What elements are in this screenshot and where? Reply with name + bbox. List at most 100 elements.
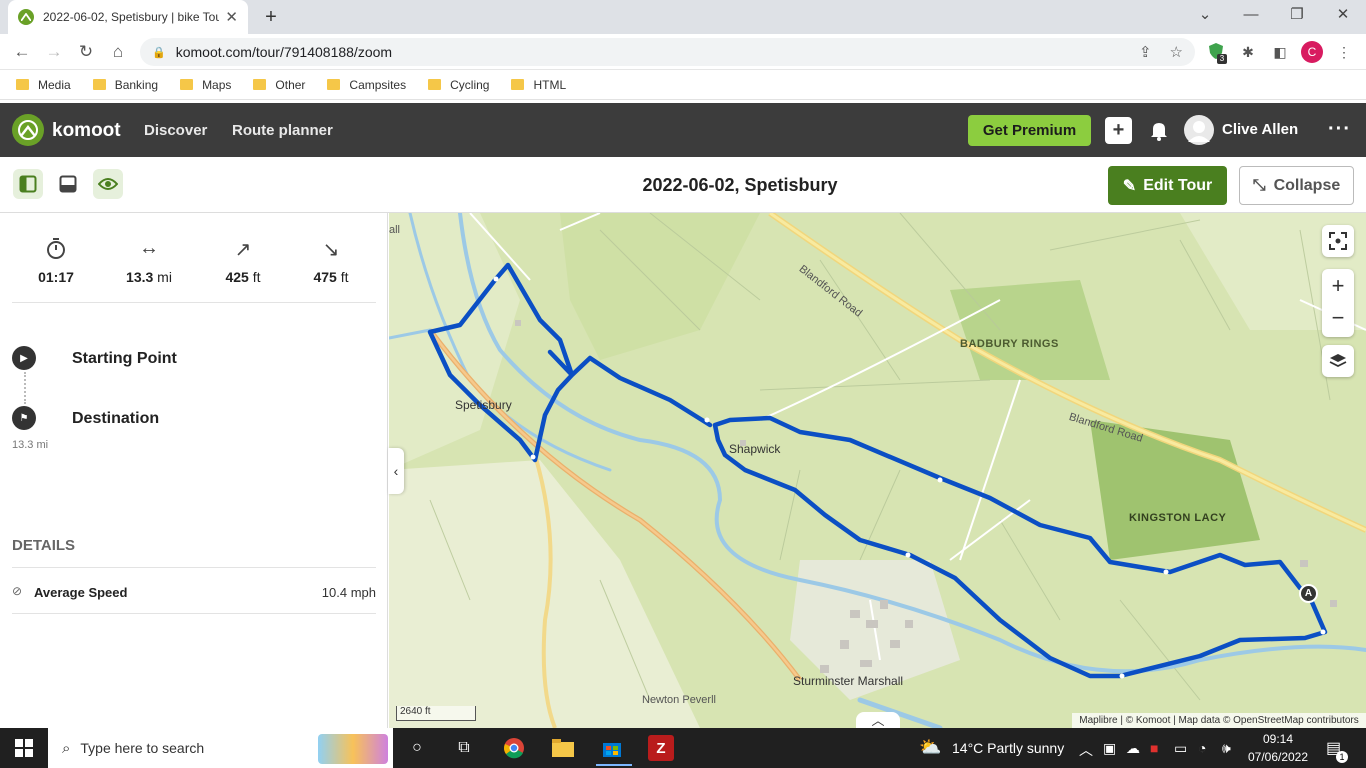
stat-distance: ↔ 13.3 mi	[104, 237, 194, 285]
wifi-icon[interactable]: ◔	[1198, 740, 1206, 756]
divider	[12, 613, 376, 614]
expand-up-chevron-icon[interactable]: ︿	[856, 712, 900, 728]
zoom-out-icon[interactable]: −	[1322, 303, 1354, 337]
map-view[interactable]: Spetisbury Shapwick BADBURY RINGS KINGST…	[389, 213, 1366, 728]
extension-badge: 3	[1217, 54, 1227, 64]
share-icon[interactable]: ⇪	[1139, 43, 1152, 61]
komoot-logo-icon[interactable]	[12, 114, 44, 146]
map-label-badbury-rings: BADBURY RINGS	[960, 338, 1059, 350]
average-speed-label: Average Speed	[34, 585, 128, 600]
address-bar[interactable]: 🔒 komoot.com/tour/791408188/zoom ⇪ ☆	[140, 38, 1195, 66]
bookmark-folder[interactable]: HTML	[511, 78, 566, 92]
microsoft-store-icon[interactable]	[599, 735, 625, 761]
map-label-edge: all	[389, 224, 401, 236]
zoom-control: + −	[1322, 269, 1354, 337]
bookmark-label: Media	[38, 77, 71, 92]
route-start-marker[interactable]: A	[1299, 584, 1318, 603]
windows-start-icon[interactable]	[11, 735, 37, 761]
map-label-spetisbury: Spetisbury	[455, 398, 512, 412]
details-heading: DETAILS	[12, 537, 76, 554]
komoot-favicon-icon	[18, 9, 34, 25]
chrome-icon[interactable]	[501, 735, 527, 761]
average-speed-value: 10.4 mph	[321, 585, 376, 600]
uphill-icon: ↗	[234, 239, 252, 261]
extensions-puzzle-icon[interactable]: ✱	[1238, 42, 1258, 62]
home-icon[interactable]: ⌂	[104, 38, 132, 66]
filezilla-icon[interactable]: Z	[648, 735, 674, 761]
minimize-icon[interactable]: —	[1228, 0, 1274, 30]
bookmark-label: Campsites	[349, 77, 407, 92]
shield-extension-icon[interactable]: 3	[1206, 42, 1227, 64]
bookmark-label: HTML	[533, 77, 567, 92]
meet-now-icon[interactable]: ▣	[1103, 740, 1116, 757]
tab-search-icon[interactable]: ⌄	[1182, 0, 1228, 30]
side-panel-icon[interactable]: ◧	[1270, 42, 1290, 62]
bookmark-folder[interactable]: Other	[253, 78, 305, 92]
bookmark-star-icon[interactable]: ☆	[1170, 43, 1183, 61]
stat-duration: 01:17	[11, 237, 101, 285]
volume-icon[interactable]: 🕪	[1222, 740, 1231, 757]
clock-date[interactable]: 07/06/2022	[1246, 750, 1310, 764]
search-placeholder: Type here to search	[80, 740, 205, 756]
waypoint-connector	[24, 372, 26, 404]
bookmarks-bar: Media Banking Maps Other Campsites Cycli…	[0, 70, 1366, 100]
user-name[interactable]: Clive Allen	[1222, 121, 1298, 138]
finish-flag-icon: ⚑	[12, 406, 36, 430]
folder-icon	[16, 79, 29, 90]
nav-discover[interactable]: Discover	[144, 122, 207, 139]
taskbar-search-box[interactable]: ⌕ Type here to search	[48, 728, 393, 768]
fit-route-icon[interactable]	[1322, 225, 1354, 257]
tab-close-icon[interactable]: ✕	[225, 8, 238, 26]
user-avatar[interactable]	[1184, 115, 1214, 145]
stopwatch-icon	[11, 237, 101, 263]
window-close-icon[interactable]: ✕	[1320, 0, 1366, 30]
bookmark-folder[interactable]: Cycling	[428, 78, 489, 92]
bookmark-folder[interactable]: Campsites	[327, 78, 406, 92]
notification-count-badge: 1	[1336, 751, 1348, 763]
distance-icon: ↔	[139, 237, 159, 259]
forward-icon[interactable]: →	[40, 38, 68, 66]
nav-route-planner[interactable]: Route planner	[232, 122, 333, 139]
bookmark-folder[interactable]: Maps	[180, 78, 231, 92]
bookmark-folder[interactable]: Media	[16, 78, 71, 92]
reload-icon[interactable]: ↻	[72, 38, 100, 66]
brand-name[interactable]: komoot	[52, 120, 121, 142]
notifications-bell-icon[interactable]	[1148, 119, 1170, 141]
battery-icon[interactable]: ▭	[1174, 740, 1187, 757]
collapse-button[interactable]: ⤡ Collapse	[1239, 166, 1354, 205]
app-tray-icon[interactable]: ■	[1150, 740, 1158, 756]
browser-tab[interactable]: 2022-06-02, Spetisbury | bike Tou ✕	[8, 0, 248, 34]
edit-tour-button[interactable]: ✎ Edit Tour	[1108, 166, 1227, 205]
clock-time[interactable]: 09:14	[1250, 732, 1306, 746]
file-explorer-icon[interactable]	[550, 735, 576, 761]
map-layers-icon[interactable]	[1322, 345, 1354, 377]
back-icon[interactable]: ←	[8, 38, 36, 66]
weather-text[interactable]: 14°C Partly sunny	[952, 740, 1064, 756]
task-view-icon[interactable]: ⧉	[451, 735, 477, 761]
stat-value: 425	[225, 269, 249, 285]
stat-value: 13.3	[126, 269, 154, 285]
bookmark-folder[interactable]: Banking	[92, 78, 158, 92]
bookmark-label: Other	[275, 77, 306, 92]
stat-uphill: ↗ 425 ft	[198, 237, 288, 285]
more-menu-icon[interactable]: ···	[1328, 118, 1351, 141]
restore-icon[interactable]: ❐	[1274, 0, 1320, 30]
map-attribution: Maplibre | © Komoot | Map data © OpenStr…	[1072, 713, 1366, 728]
starting-point-label[interactable]: Starting Point	[72, 350, 177, 368]
zoom-in-icon[interactable]: +	[1322, 269, 1354, 303]
collapse-label: Collapse	[1273, 176, 1341, 194]
url-text: komoot.com/tour/791408188/zoom	[175, 44, 393, 60]
search-icon: ⌕	[62, 739, 71, 757]
cortana-icon[interactable]: ○	[404, 735, 430, 761]
new-tab-icon[interactable]: +	[258, 4, 284, 30]
profile-avatar[interactable]: C	[1301, 41, 1323, 63]
get-premium-button[interactable]: Get Premium	[968, 115, 1091, 146]
create-plus-button[interactable]: +	[1105, 117, 1132, 144]
destination-label[interactable]: Destination	[72, 410, 159, 428]
weather-partly-sunny-icon[interactable]: ⛅	[919, 737, 941, 758]
sidebar-collapse-chevron-icon[interactable]: ‹	[388, 448, 404, 494]
onedrive-cloud-icon[interactable]: ☁	[1126, 740, 1140, 757]
chrome-menu-icon[interactable]: ⋮	[1334, 42, 1354, 62]
tray-chevron-up-icon[interactable]: ︿	[1079, 740, 1093, 760]
folder-icon	[428, 79, 442, 90]
